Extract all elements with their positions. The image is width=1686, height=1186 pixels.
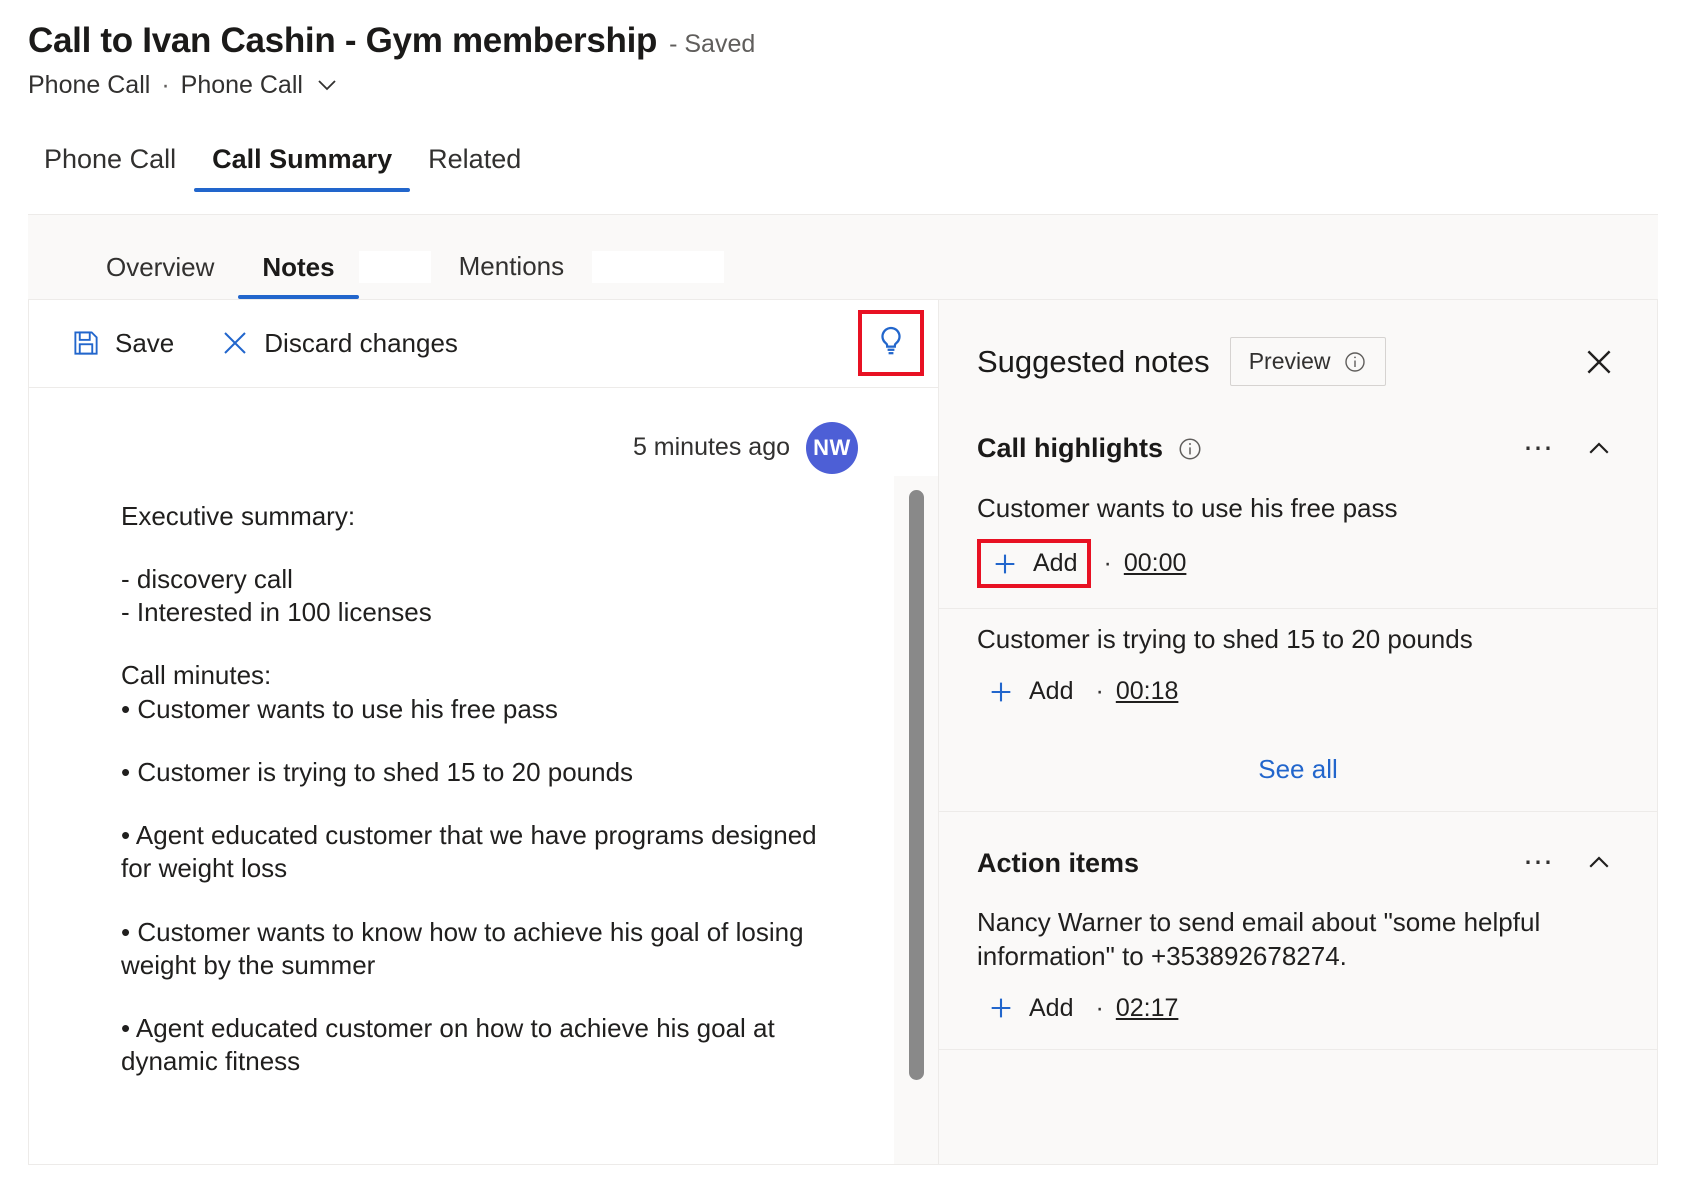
chevron-up-icon[interactable]	[1577, 841, 1621, 885]
note-timestamp: 5 minutes ago	[633, 433, 790, 462]
section-title: Action items	[977, 848, 1139, 879]
add-suggestion-button[interactable]: Add	[977, 671, 1083, 712]
action-separator: ·	[1103, 549, 1111, 578]
ellipsis-icon[interactable]: ⋯	[1515, 434, 1563, 464]
action-separator: ·	[1095, 677, 1103, 706]
discard-changes-button[interactable]: Discard changes	[206, 320, 472, 367]
notes-scrollbar-thumb[interactable]	[909, 490, 924, 1080]
form-tab-bar: Phone Call Call Summary Related	[0, 130, 1686, 192]
page-title: Call to Ivan Cashin - Gym membership	[28, 22, 657, 61]
page-header: Call to Ivan Cashin - Gym membership - S…	[0, 0, 1686, 100]
note-line: • Customer wants to know how to achieve …	[121, 916, 850, 983]
preview-badge[interactable]: Preview	[1230, 337, 1386, 386]
see-all-row: See all	[939, 732, 1657, 812]
note-meta-row: 5 minutes ago NW	[29, 388, 894, 474]
save-disk-icon	[71, 328, 101, 358]
notes-toolbar: Save Discard changes	[29, 300, 938, 388]
suggested-notes-toggle-button[interactable]	[858, 310, 924, 376]
preview-badge-label: Preview	[1249, 348, 1331, 375]
sub-tab-overview[interactable]: Overview	[82, 252, 238, 299]
close-x-icon	[220, 328, 250, 358]
save-status: - Saved	[669, 30, 755, 59]
sub-tab-mentions-wrap: Mentions	[359, 251, 725, 299]
action-separator: ·	[1095, 994, 1103, 1023]
mentions-right-chip	[592, 251, 724, 283]
suggestion-actions: Add · 00:00	[977, 539, 1621, 588]
sub-tab-notes[interactable]: Notes	[238, 252, 358, 299]
section-header-action-items: Action items ⋯	[939, 812, 1657, 892]
sub-tab-bar: Overview Notes Mentions	[28, 215, 1658, 299]
suggested-notes-title: Suggested notes	[977, 344, 1210, 380]
breadcrumb-separator: ·	[161, 71, 169, 100]
save-button[interactable]: Save	[57, 320, 188, 367]
note-line: • Agent educated customer on how to achi…	[121, 1012, 850, 1079]
call-summary-panel: Overview Notes Mentions S	[28, 214, 1658, 1164]
sub-tab-mentions[interactable]: Mentions	[435, 251, 589, 282]
suggestion-item: Customer is trying to shed 15 to 20 poun…	[939, 609, 1657, 732]
notes-scrollbar[interactable]	[894, 476, 938, 1164]
ellipsis-icon[interactable]: ⋯	[1515, 848, 1563, 878]
note-content: Executive summary: - discovery call - In…	[29, 474, 894, 1079]
plus-icon	[991, 550, 1019, 578]
breadcrumb-form[interactable]: Phone Call	[181, 71, 303, 100]
avatar[interactable]: NW	[806, 422, 858, 474]
suggested-notes-pane: Suggested notes Preview Call highlights	[938, 299, 1658, 1165]
note-line: Executive summary:	[121, 500, 850, 533]
notes-card: Save Discard changes	[28, 299, 938, 1165]
suggestion-item: Customer wants to use his free pass Add …	[939, 478, 1657, 610]
timestamp-link[interactable]: 00:00	[1124, 549, 1187, 578]
suggestion-text: Customer wants to use his free pass	[977, 492, 1621, 526]
suggestion-text: Nancy Warner to send email about "some h…	[977, 906, 1621, 974]
notes-text-area[interactable]: 5 minutes ago NW Executive summary: - di…	[29, 388, 894, 1164]
note-line: - Interested in 100 licenses	[121, 596, 850, 629]
chevron-up-icon[interactable]	[1577, 427, 1621, 471]
note-line: Call minutes:	[121, 659, 850, 692]
title-row: Call to Ivan Cashin - Gym membership - S…	[28, 22, 1686, 61]
plus-icon	[987, 678, 1015, 706]
suggestion-text: Customer is trying to shed 15 to 20 poun…	[977, 623, 1621, 657]
breadcrumb: Phone Call · Phone Call	[28, 71, 1686, 100]
notes-body: 5 minutes ago NW Executive summary: - di…	[29, 388, 938, 1164]
info-circle-icon[interactable]	[1177, 436, 1203, 462]
tab-call-summary[interactable]: Call Summary	[194, 140, 410, 192]
tab-phone-call[interactable]: Phone Call	[26, 140, 194, 192]
discard-changes-label: Discard changes	[264, 328, 458, 359]
note-line: • Customer wants to use his free pass	[121, 693, 850, 726]
timestamp-link[interactable]: 02:17	[1116, 994, 1179, 1023]
suggestion-actions: Add · 00:18	[977, 671, 1621, 712]
note-line: • Customer is trying to shed 15 to 20 po…	[121, 756, 850, 789]
breadcrumb-entity[interactable]: Phone Call	[28, 71, 150, 100]
add-suggestion-button[interactable]: Add	[977, 988, 1083, 1029]
note-line: • Agent educated customer that we have p…	[121, 819, 850, 886]
add-button-label: Add	[1029, 994, 1073, 1023]
suggested-notes-header: Suggested notes Preview	[939, 300, 1657, 398]
suggestion-item: Nancy Warner to send email about "some h…	[939, 892, 1657, 1050]
timestamp-link[interactable]: 00:18	[1116, 677, 1179, 706]
panel-content: Save Discard changes	[28, 299, 1658, 1165]
tab-related[interactable]: Related	[410, 140, 539, 192]
chevron-down-icon[interactable]	[314, 72, 340, 98]
save-button-label: Save	[115, 328, 174, 359]
plus-icon	[987, 994, 1015, 1022]
info-circle-icon[interactable]	[1343, 350, 1367, 374]
section-header-call-highlights: Call highlights ⋯	[939, 398, 1657, 478]
add-suggestion-button[interactable]: Add	[977, 539, 1091, 588]
lightbulb-icon	[874, 324, 908, 363]
see-all-link[interactable]: See all	[1258, 754, 1338, 785]
add-button-label: Add	[1029, 677, 1073, 706]
section-title: Call highlights	[977, 433, 1163, 464]
mentions-left-chip	[359, 251, 431, 283]
suggestion-actions: Add · 02:17	[977, 988, 1621, 1029]
add-button-label: Add	[1033, 549, 1077, 578]
note-line: - discovery call	[121, 563, 850, 596]
close-suggested-notes-button[interactable]	[1577, 340, 1621, 384]
